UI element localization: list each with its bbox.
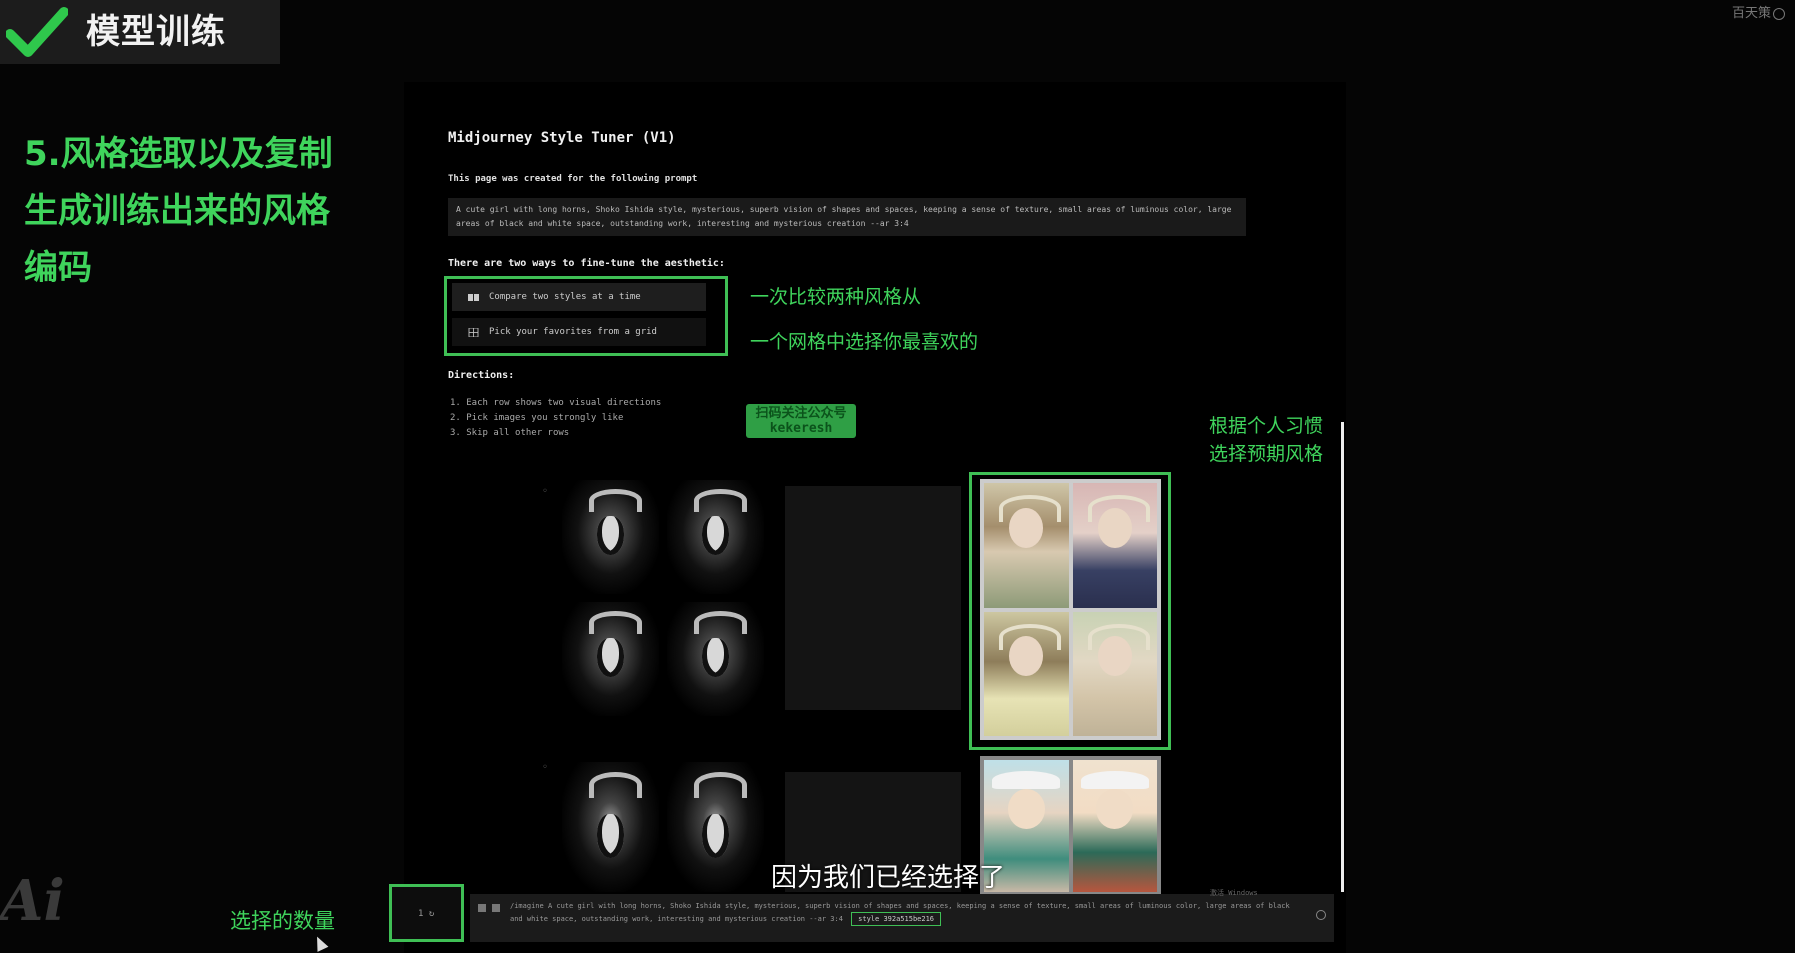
style-code[interactable]: style 392a515be216 xyxy=(851,912,942,926)
qr-watermark: 扫码关注公众号 kekeresh xyxy=(746,404,856,438)
image-tile[interactable] xyxy=(562,480,659,594)
row-marker: ◦ xyxy=(542,762,549,773)
circle-icon xyxy=(1773,7,1785,20)
slide-title: 模型训练 xyxy=(86,12,226,52)
row-marker: ◦ xyxy=(542,486,549,497)
annotation-compare: 一次比较两种风格从 xyxy=(750,286,922,308)
image-tile[interactable] xyxy=(667,602,764,716)
annotation-line: 根据个人习惯 xyxy=(1209,415,1324,437)
prompt-label: This page was created for the following … xyxy=(448,174,698,184)
mouse-cursor-icon xyxy=(311,934,329,952)
selection-count-box[interactable]: 1 ↻ xyxy=(389,884,464,942)
list-item: 2. Pick images you strongly like xyxy=(450,413,624,423)
bottom-prompt-bar: /imagine A cute girl with long horns, Sh… xyxy=(470,894,1334,942)
copy-icon[interactable] xyxy=(1316,910,1326,920)
image-tile[interactable] xyxy=(984,483,1069,608)
pick-from-grid-button[interactable]: Pick your favorites from a grid xyxy=(452,318,706,346)
image-tile[interactable] xyxy=(562,762,659,892)
style-option-toys[interactable] xyxy=(980,756,1161,896)
corner-label: 百天策 xyxy=(1732,2,1785,21)
image-tile[interactable] xyxy=(1072,483,1157,608)
image-tile[interactable] xyxy=(984,611,1069,736)
scrollbar[interactable] xyxy=(1341,422,1344,892)
image-tile[interactable] xyxy=(667,480,764,594)
compare-two-styles-button[interactable]: Compare two styles at a time xyxy=(452,283,706,311)
step-heading: 5.风格选取以及复制 生成训练出来的风格 编码 xyxy=(24,126,354,297)
play-icon[interactable] xyxy=(478,904,486,912)
empty-selection-panel[interactable] xyxy=(785,486,961,710)
generated-prompt[interactable]: /imagine A cute girl with long horns, Sh… xyxy=(510,900,1290,926)
image-tile[interactable] xyxy=(667,762,764,892)
style-option-dark-2[interactable] xyxy=(562,762,764,892)
compare-icon xyxy=(468,293,479,301)
ways-label: There are two ways to fine-tune the aest… xyxy=(448,258,725,269)
video-subtitle: 因为我们已经选择了 xyxy=(771,863,1006,893)
count-annotation: 选择的数量 xyxy=(230,909,335,933)
bottom-buttons xyxy=(478,904,500,912)
annotation-line: 选择预期风格 xyxy=(1209,443,1324,465)
list-item: 3. Skip all other rows xyxy=(450,428,570,438)
style-option-girls[interactable] xyxy=(980,479,1161,740)
stop-icon[interactable] xyxy=(492,904,500,912)
step-heading-line: 生成训练出来的风格 xyxy=(24,191,330,231)
annotation-habit: 根据个人习惯 选择预期风格 xyxy=(1209,412,1323,468)
selection-count: 1 ↻ xyxy=(418,909,435,919)
image-tile[interactable] xyxy=(1072,611,1157,736)
directions-label: Directions: xyxy=(448,370,515,381)
page-title: Midjourney Style Tuner (V1) xyxy=(448,130,676,146)
windows-activation-mark: 激活 Windows xyxy=(1210,889,1258,897)
step-heading-line: 5.风格选取以及复制 xyxy=(24,134,333,174)
slide-title-bar: 模型训练 xyxy=(0,0,280,64)
watermark-line: 扫码关注公众号 xyxy=(755,406,847,421)
image-tile[interactable] xyxy=(562,602,659,716)
compare-two-styles-label: Compare two styles at a time xyxy=(489,292,641,302)
style-tuner-page: Midjourney Style Tuner (V1) This page wa… xyxy=(404,82,1346,953)
logo: Ai xyxy=(0,868,65,934)
directions-list: 1. Each row shows two visual directions … xyxy=(450,396,661,441)
prompt-text: A cute girl with long horns, Shoko Ishid… xyxy=(448,198,1246,236)
grid-icon xyxy=(468,327,479,337)
annotation-grid: 一个网格中选择你最喜欢的 xyxy=(750,331,979,353)
pick-from-grid-label: Pick your favorites from a grid xyxy=(489,327,657,337)
watermark-line: kekeresh xyxy=(769,421,833,436)
list-item: 1. Each row shows two visual directions xyxy=(450,398,662,408)
image-tile[interactable] xyxy=(1072,760,1157,892)
prompt-prefix: /imagine xyxy=(510,902,544,910)
checkmark-icon xyxy=(6,7,68,57)
style-option-dark[interactable] xyxy=(562,480,764,716)
step-heading-line: 编码 xyxy=(24,248,92,288)
